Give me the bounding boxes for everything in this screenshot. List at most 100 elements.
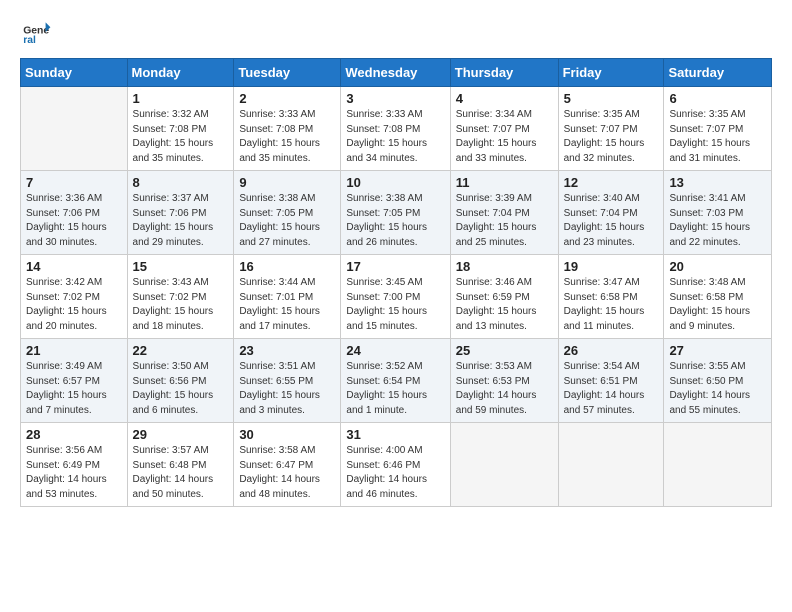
sunset-label: Sunset: 7:02 PM: [26, 292, 100, 303]
day-number: 8: [133, 175, 229, 190]
sunset-label: Sunset: 6:51 PM: [564, 376, 638, 387]
day-number: 29: [133, 427, 229, 442]
day-info: Sunrise: 3:32 AM Sunset: 7:08 PM Dayligh…: [133, 108, 229, 166]
daylight-label: Daylight: 15 hours and 35 minutes.: [239, 138, 320, 164]
daylight-label: Daylight: 15 hours and 17 minutes.: [239, 306, 320, 332]
sunset-label: Sunset: 7:07 PM: [564, 124, 638, 135]
calendar-day-cell: 28 Sunrise: 3:56 AM Sunset: 6:49 PM Dayl…: [21, 423, 128, 507]
sunrise-label: Sunrise: 3:32 AM: [133, 109, 209, 120]
calendar-day-cell: 12 Sunrise: 3:40 AM Sunset: 7:04 PM Dayl…: [558, 171, 664, 255]
day-number: 25: [456, 343, 553, 358]
calendar-header-row: SundayMondayTuesdayWednesdayThursdayFrid…: [21, 59, 772, 87]
calendar-day-cell: 27 Sunrise: 3:55 AM Sunset: 6:50 PM Dayl…: [664, 339, 772, 423]
sunrise-label: Sunrise: 3:56 AM: [26, 445, 102, 456]
daylight-label: Daylight: 15 hours and 20 minutes.: [26, 306, 107, 332]
daylight-label: Daylight: 15 hours and 30 minutes.: [26, 222, 107, 248]
sunrise-label: Sunrise: 3:58 AM: [239, 445, 315, 456]
calendar-day-cell: 26 Sunrise: 3:54 AM Sunset: 6:51 PM Dayl…: [558, 339, 664, 423]
sunrise-label: Sunrise: 3:47 AM: [564, 277, 640, 288]
day-number: 14: [26, 259, 122, 274]
day-info: Sunrise: 3:37 AM Sunset: 7:06 PM Dayligh…: [133, 192, 229, 250]
daylight-label: Daylight: 15 hours and 18 minutes.: [133, 306, 214, 332]
daylight-label: Daylight: 14 hours and 48 minutes.: [239, 474, 320, 500]
calendar-day-cell: 7 Sunrise: 3:36 AM Sunset: 7:06 PM Dayli…: [21, 171, 128, 255]
header: Gene ral: [20, 16, 772, 48]
sunrise-label: Sunrise: 3:54 AM: [564, 361, 640, 372]
day-info: Sunrise: 3:53 AM Sunset: 6:53 PM Dayligh…: [456, 360, 553, 418]
sunrise-label: Sunrise: 3:52 AM: [346, 361, 422, 372]
calendar-day-cell: 13 Sunrise: 3:41 AM Sunset: 7:03 PM Dayl…: [664, 171, 772, 255]
day-info: Sunrise: 3:41 AM Sunset: 7:03 PM Dayligh…: [669, 192, 766, 250]
day-info: Sunrise: 3:39 AM Sunset: 7:04 PM Dayligh…: [456, 192, 553, 250]
day-number: 28: [26, 427, 122, 442]
calendar-day-cell: 1 Sunrise: 3:32 AM Sunset: 7:08 PM Dayli…: [127, 87, 234, 171]
svg-text:ral: ral: [23, 35, 36, 46]
day-number: 3: [346, 91, 444, 106]
sunset-label: Sunset: 7:07 PM: [669, 124, 743, 135]
sunrise-label: Sunrise: 3:41 AM: [669, 193, 745, 204]
day-info: Sunrise: 3:43 AM Sunset: 7:02 PM Dayligh…: [133, 276, 229, 334]
sunset-label: Sunset: 6:59 PM: [456, 292, 530, 303]
daylight-label: Daylight: 14 hours and 53 minutes.: [26, 474, 107, 500]
calendar-week-row: 7 Sunrise: 3:36 AM Sunset: 7:06 PM Dayli…: [21, 171, 772, 255]
sunset-label: Sunset: 7:06 PM: [133, 208, 207, 219]
daylight-label: Daylight: 15 hours and 6 minutes.: [133, 390, 214, 416]
day-number: 5: [564, 91, 659, 106]
day-info: Sunrise: 3:36 AM Sunset: 7:06 PM Dayligh…: [26, 192, 122, 250]
calendar-table: SundayMondayTuesdayWednesdayThursdayFrid…: [20, 58, 772, 507]
sunset-label: Sunset: 6:46 PM: [346, 460, 420, 471]
day-number: 2: [239, 91, 335, 106]
sunrise-label: Sunrise: 3:51 AM: [239, 361, 315, 372]
calendar-day-cell: [450, 423, 558, 507]
daylight-label: Daylight: 15 hours and 25 minutes.: [456, 222, 537, 248]
sunset-label: Sunset: 7:06 PM: [26, 208, 100, 219]
daylight-label: Daylight: 15 hours and 22 minutes.: [669, 222, 750, 248]
day-info: Sunrise: 3:44 AM Sunset: 7:01 PM Dayligh…: [239, 276, 335, 334]
day-info: Sunrise: 3:54 AM Sunset: 6:51 PM Dayligh…: [564, 360, 659, 418]
daylight-label: Daylight: 15 hours and 1 minute.: [346, 390, 427, 416]
day-number: 15: [133, 259, 229, 274]
day-info: Sunrise: 3:38 AM Sunset: 7:05 PM Dayligh…: [239, 192, 335, 250]
day-number: 9: [239, 175, 335, 190]
day-number: 11: [456, 175, 553, 190]
weekday-header: Friday: [558, 59, 664, 87]
calendar-day-cell: 23 Sunrise: 3:51 AM Sunset: 6:55 PM Dayl…: [234, 339, 341, 423]
daylight-label: Daylight: 15 hours and 34 minutes.: [346, 138, 427, 164]
sunset-label: Sunset: 7:07 PM: [456, 124, 530, 135]
sunrise-label: Sunrise: 3:45 AM: [346, 277, 422, 288]
calendar-day-cell: 11 Sunrise: 3:39 AM Sunset: 7:04 PM Dayl…: [450, 171, 558, 255]
sunset-label: Sunset: 6:58 PM: [564, 292, 638, 303]
sunrise-label: Sunrise: 3:57 AM: [133, 445, 209, 456]
calendar-day-cell: 18 Sunrise: 3:46 AM Sunset: 6:59 PM Dayl…: [450, 255, 558, 339]
daylight-label: Daylight: 14 hours and 50 minutes.: [133, 474, 214, 500]
day-number: 20: [669, 259, 766, 274]
sunrise-label: Sunrise: 3:50 AM: [133, 361, 209, 372]
daylight-label: Daylight: 15 hours and 27 minutes.: [239, 222, 320, 248]
sunset-label: Sunset: 6:53 PM: [456, 376, 530, 387]
sunrise-label: Sunrise: 3:53 AM: [456, 361, 532, 372]
sunset-label: Sunset: 6:54 PM: [346, 376, 420, 387]
calendar-day-cell: 15 Sunrise: 3:43 AM Sunset: 7:02 PM Dayl…: [127, 255, 234, 339]
day-number: 24: [346, 343, 444, 358]
daylight-label: Daylight: 15 hours and 23 minutes.: [564, 222, 645, 248]
day-info: Sunrise: 4:00 AM Sunset: 6:46 PM Dayligh…: [346, 444, 444, 502]
day-info: Sunrise: 3:56 AM Sunset: 6:49 PM Dayligh…: [26, 444, 122, 502]
calendar-day-cell: 9 Sunrise: 3:38 AM Sunset: 7:05 PM Dayli…: [234, 171, 341, 255]
day-info: Sunrise: 3:35 AM Sunset: 7:07 PM Dayligh…: [669, 108, 766, 166]
sunset-label: Sunset: 7:08 PM: [346, 124, 420, 135]
sunset-label: Sunset: 7:05 PM: [239, 208, 313, 219]
calendar-day-cell: [558, 423, 664, 507]
day-number: 7: [26, 175, 122, 190]
calendar-day-cell: [664, 423, 772, 507]
weekday-header: Monday: [127, 59, 234, 87]
daylight-label: Daylight: 15 hours and 29 minutes.: [133, 222, 214, 248]
sunrise-label: Sunrise: 3:40 AM: [564, 193, 640, 204]
logo: Gene ral: [20, 16, 56, 48]
sunset-label: Sunset: 7:08 PM: [133, 124, 207, 135]
day-number: 4: [456, 91, 553, 106]
sunrise-label: Sunrise: 3:48 AM: [669, 277, 745, 288]
day-info: Sunrise: 3:55 AM Sunset: 6:50 PM Dayligh…: [669, 360, 766, 418]
day-number: 10: [346, 175, 444, 190]
sunset-label: Sunset: 6:56 PM: [133, 376, 207, 387]
day-number: 19: [564, 259, 659, 274]
